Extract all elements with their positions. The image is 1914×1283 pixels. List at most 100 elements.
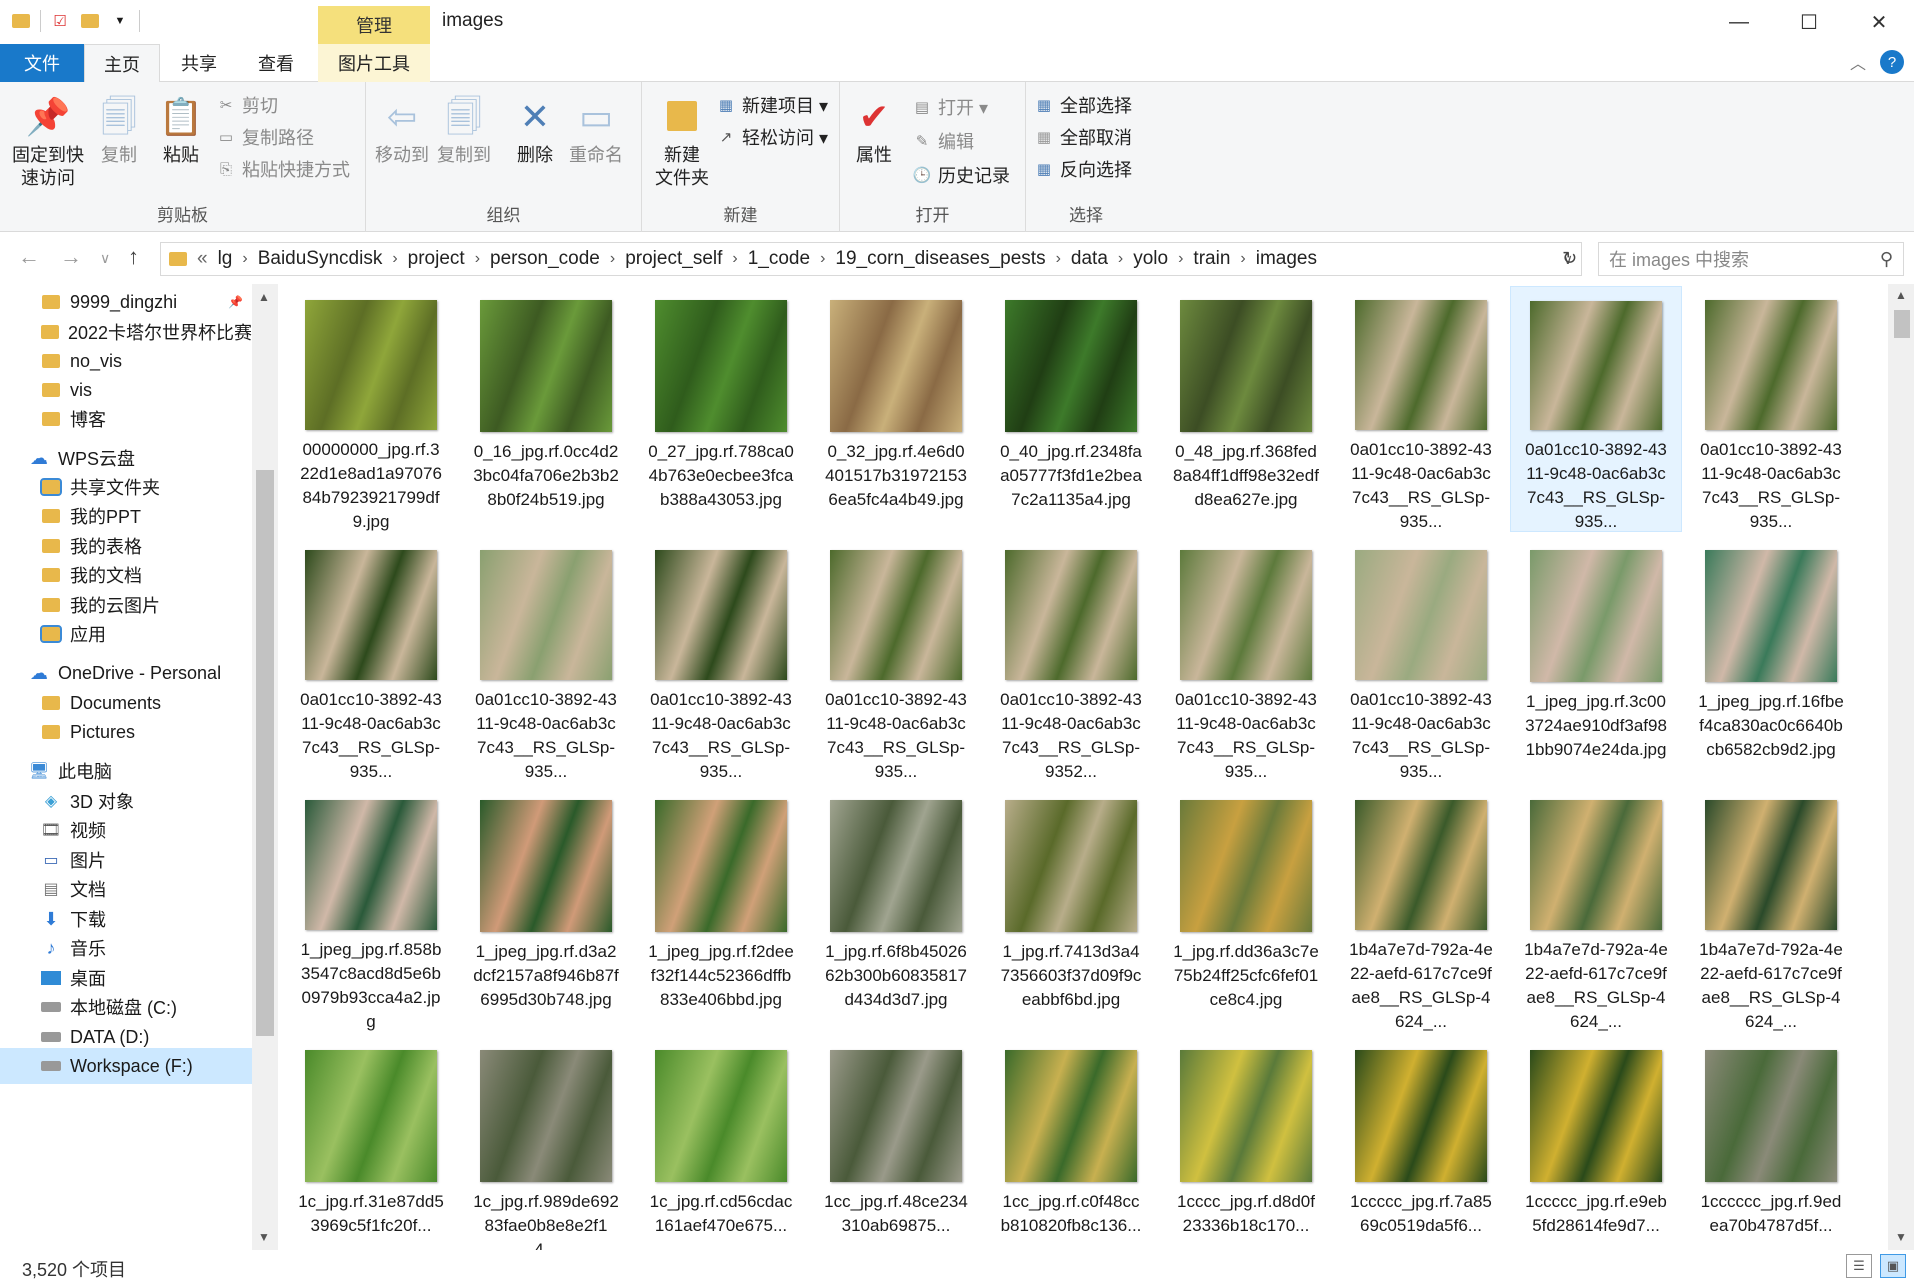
minimize-button[interactable]: — — [1704, 0, 1774, 44]
tab-file[interactable]: 文件 — [0, 44, 84, 82]
paste-button[interactable]: 📋 粘贴 — [156, 92, 206, 167]
file-tile[interactable]: 0a01cc10-3892-4311-9c48-0ac6ab3c7c43__RS… — [635, 536, 807, 782]
breadcrumb-item[interactable]: 1_code — [748, 248, 810, 270]
copy-to-button[interactable]: 🗐 复制到 — [434, 92, 494, 167]
file-tile[interactable]: 0_16_jpg.rf.0cc4d23bc04fa706e2b3b28b0f24… — [460, 286, 632, 532]
scroll-down-icon[interactable]: ▼ — [258, 1230, 270, 1244]
search-input[interactable]: 在 images 中搜索 ⚲ — [1598, 242, 1904, 276]
edit-button[interactable]: ✎ 编辑 — [912, 128, 974, 154]
copy-path-button[interactable]: ▭ 复制路径 — [216, 124, 314, 150]
breadcrumb-separator-icon[interactable]: › — [732, 250, 737, 268]
content-scrollbar[interactable]: ▲ ▼ — [1888, 284, 1914, 1250]
breadcrumb-separator-icon[interactable]: › — [610, 250, 615, 268]
breadcrumb-separator-icon[interactable]: › — [1118, 250, 1123, 268]
breadcrumb-separator-icon[interactable]: › — [242, 250, 247, 268]
nav-item[interactable]: 应用 — [0, 616, 252, 652]
scroll-down-icon[interactable]: ▼ — [1895, 1230, 1907, 1244]
breadcrumb-separator-icon[interactable]: › — [1178, 250, 1183, 268]
breadcrumb-separator-icon[interactable]: › — [820, 250, 825, 268]
file-tile[interactable]: 1cccc_jpg.rf.d8d0f23336b18c170... — [1160, 1036, 1332, 1250]
breadcrumb-separator-icon[interactable]: › — [1056, 250, 1061, 268]
file-tile[interactable]: 1cc_jpg.rf.48ce234310ab69875... — [810, 1036, 982, 1250]
forward-arrow-icon[interactable]: → — [60, 244, 82, 270]
file-tile[interactable]: 0a01cc10-3892-4311-9c48-0ac6ab3c7c43__RS… — [460, 536, 632, 782]
file-tile[interactable]: 0a01cc10-3892-4311-9c48-0ac6ab3c7c43__RS… — [1160, 536, 1332, 782]
breadcrumb-item[interactable]: BaiduSyncdisk — [258, 248, 383, 270]
file-tile[interactable]: 1b4a7e7d-792a-4e22-aefd-617c7ce9fae8__RS… — [1510, 786, 1682, 1032]
file-tile[interactable]: 0_27_jpg.rf.788ca04b763e0ecbee3fcab388a4… — [635, 286, 807, 532]
open-button[interactable]: ▤ 打开 ▾ — [912, 94, 988, 120]
file-tile[interactable]: 1cccccc_jpg.rf.9edea70b4787d5f... — [1685, 1036, 1857, 1250]
new-folder-button[interactable]: 新建 文件夹 — [650, 92, 714, 190]
file-tile[interactable]: 0a01cc10-3892-4311-9c48-0ac6ab3c7c43__RS… — [1335, 536, 1507, 782]
pin-quick-access-button[interactable]: 📌 固定到快 速访问 — [8, 92, 88, 190]
file-tile[interactable]: 0a01cc10-3892-4311-9c48-0ac6ab3c7c43__RS… — [285, 536, 457, 782]
file-tile[interactable]: 1_jpeg_jpg.rf.d3a2dcf2157a8f946b87f6995d… — [460, 786, 632, 1032]
file-tile[interactable]: 0a01cc10-3892-4311-9c48-0ac6ab3c7c43__RS… — [1335, 286, 1507, 532]
breadcrumb-overflow[interactable]: « — [197, 248, 208, 270]
new-item-button[interactable]: ▦ 新建项目 ▾ — [716, 92, 828, 118]
nav-scrollbar-thumb[interactable] — [256, 470, 274, 1036]
nav-item[interactable]: Pictures — [0, 714, 252, 750]
up-arrow-icon[interactable]: ↑ — [128, 244, 139, 270]
file-tile[interactable]: 0a01cc10-3892-4311-9c48-0ac6ab3c7c43__RS… — [1510, 286, 1682, 532]
file-tile[interactable]: 1ccccc_jpg.rf.7a8569c0519da5f6... — [1335, 1036, 1507, 1250]
customize-dropdown-icon[interactable]: ▼ — [109, 10, 131, 32]
invert-selection-button[interactable]: ▦ 反向选择 — [1034, 156, 1132, 182]
scroll-up-icon[interactable]: ▲ — [1895, 288, 1907, 302]
recent-dropdown-icon[interactable]: ∨ — [100, 250, 110, 267]
breadcrumb-item[interactable]: project — [408, 248, 465, 270]
properties-button[interactable]: ✔ 属性 — [846, 92, 902, 167]
close-button[interactable]: ✕ — [1844, 0, 1914, 44]
breadcrumb-item[interactable]: images — [1256, 248, 1317, 270]
tab-view[interactable]: 查看 — [240, 44, 312, 82]
pin-icon[interactable]: 📌 — [228, 295, 243, 309]
details-view-icon[interactable]: ☰ — [1846, 1254, 1872, 1278]
file-tile[interactable]: 0a01cc10-3892-4311-9c48-0ac6ab3c7c43__RS… — [810, 536, 982, 782]
folder-icon[interactable] — [10, 10, 32, 32]
file-tile[interactable]: 1_jpeg_jpg.rf.f2deef32f144c52366dffb833e… — [635, 786, 807, 1032]
nav-item[interactable]: Workspace (F:) — [0, 1048, 252, 1084]
file-tile[interactable]: 1b4a7e7d-792a-4e22-aefd-617c7ce9fae8__RS… — [1685, 786, 1857, 1032]
file-tile[interactable]: 1_jpeg_jpg.rf.3c003724ae910df3af981bb907… — [1510, 536, 1682, 782]
copy-button[interactable]: 🗐 复制 — [94, 92, 144, 167]
breadcrumb-separator-icon[interactable]: › — [1240, 250, 1245, 268]
breadcrumb-item[interactable]: 19_corn_diseases_pests — [835, 248, 1045, 270]
nav-scrollbar[interactable]: ▲ ▼ — [252, 284, 278, 1250]
file-tile[interactable]: 1_jpeg_jpg.rf.16fbef4ca830ac0c6640bcb658… — [1685, 536, 1857, 782]
nav-item[interactable]: 博客 — [0, 401, 252, 437]
file-tile[interactable]: 1_jpg.rf.dd36a3c7e75b24ff25cfc6fef01ce8c… — [1160, 786, 1332, 1032]
breadcrumb-separator-icon[interactable]: › — [475, 250, 480, 268]
file-tile[interactable]: 0a01cc10-3892-4311-9c48-0ac6ab3c7c43__RS… — [1685, 286, 1857, 532]
manage-context-tab[interactable]: 管理 — [318, 6, 430, 44]
refresh-icon[interactable]: ↻ — [1562, 248, 1577, 269]
breadcrumb-separator-icon[interactable]: › — [392, 250, 397, 268]
delete-button[interactable]: ✕ 删除 — [510, 92, 560, 167]
file-tile[interactable]: 1c_jpg.rf.989de69283fae0b8e8e2f14... — [460, 1036, 632, 1250]
file-tile[interactable]: 0_40_jpg.rf.2348faa05777f3fd1e2bea7c2a11… — [985, 286, 1157, 532]
breadcrumb-item[interactable]: person_code — [490, 248, 600, 270]
file-tile[interactable]: 1_jpeg_jpg.rf.858b3547c8acd8d5e6b0979b93… — [285, 786, 457, 1032]
breadcrumb-item[interactable]: data — [1071, 248, 1108, 270]
back-arrow-icon[interactable]: ← — [18, 244, 40, 270]
address-breadcrumb[interactable]: « lg › BaiduSyncdisk › project › person_code › p… — [160, 242, 1582, 276]
large-icons-view-icon[interactable]: ▣ — [1880, 1254, 1906, 1278]
file-tile[interactable]: 1cc_jpg.rf.c0f48ccb810820fb8c136... — [985, 1036, 1157, 1250]
easy-access-button[interactable]: ↗ 轻松访问 ▾ — [716, 124, 828, 150]
file-tile[interactable]: 1_jpg.rf.7413d3a47356603f37d09f9ceabbf6b… — [985, 786, 1157, 1032]
maximize-button[interactable]: ☐ — [1774, 0, 1844, 44]
file-tile[interactable]: 0_32_jpg.rf.4e6d0401517b319721536ea5fc4a… — [810, 286, 982, 532]
rename-button[interactable]: ▭ 重命名 — [566, 92, 626, 167]
new-folder-icon[interactable] — [79, 10, 101, 32]
file-tile[interactable]: 1ccccc_jpg.rf.e9eb5fd28614fe9d7... — [1510, 1036, 1682, 1250]
file-tile[interactable]: 1_jpg.rf.6f8b4502662b300b60835817d434d3d… — [810, 786, 982, 1032]
select-none-button[interactable]: ▦ 全部取消 — [1034, 124, 1132, 150]
file-tile[interactable]: 0a01cc10-3892-4311-9c48-0ac6ab3c7c43__RS… — [985, 536, 1157, 782]
collapse-ribbon-icon[interactable]: ︿ — [1850, 50, 1866, 74]
tab-home[interactable]: 主页 — [84, 44, 160, 82]
file-tile[interactable]: 1b4a7e7d-792a-4e22-aefd-617c7ce9fae8__RS… — [1335, 786, 1507, 1032]
tab-picture-tools[interactable]: 图片工具 — [318, 44, 430, 82]
tab-share[interactable]: 共享 — [164, 44, 234, 82]
move-to-button[interactable]: ⇦ 移动到 — [372, 92, 432, 167]
content-scrollbar-thumb[interactable] — [1894, 310, 1910, 338]
